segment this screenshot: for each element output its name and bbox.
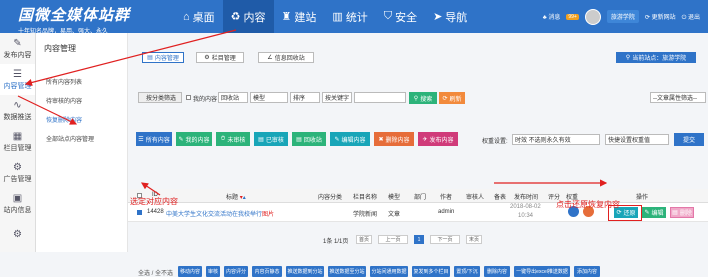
annotation-restore: 点击还原恢复内容 — [556, 200, 620, 209]
pin-sink-button[interactable]: 置顶/下沉 — [454, 266, 480, 277]
move-content-button[interactable]: 移动内容 — [178, 266, 202, 277]
rate-content-button[interactable]: 内容评分 — [224, 266, 248, 277]
push-to-substation-button[interactable]: 推送数据到分站 — [286, 266, 324, 277]
multi-column-button[interactable]: 复发到多个栏目 — [412, 266, 450, 277]
delete-content-button[interactable]: 删除内容 — [484, 266, 510, 277]
shared-data-button[interactable]: 分站间通用数据 — [370, 266, 408, 277]
arrow-nav-to-sidebar — [24, 29, 237, 86]
add-content-button[interactable]: 添加内容 — [574, 266, 600, 277]
review-button[interactable]: 审核 — [206, 266, 220, 277]
annotation-arrows — [17, 29, 608, 196]
push-data-to-substation-button[interactable]: 推送数据至分站 — [328, 266, 366, 277]
annotation-select: 选定对应内容 — [130, 197, 178, 206]
export-excel-button[interactable]: 一键导出excel推送数据 — [514, 266, 570, 277]
arrow-to-row — [141, 182, 161, 196]
static-page-button[interactable]: 内容页静态 — [252, 266, 282, 277]
arrow-sidebar-to-submenu — [17, 95, 78, 125]
select-all-toggle[interactable]: 全选 / 全不选 — [138, 268, 173, 277]
